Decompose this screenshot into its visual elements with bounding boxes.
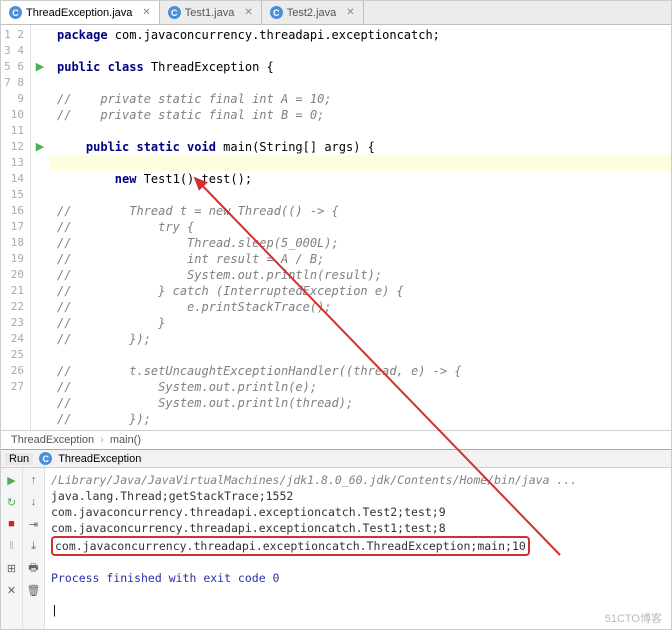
wrap-icon[interactable]: ⇥ <box>26 516 42 532</box>
run-toolbar-left: ▶ ↻ ■ ‖ ⊞ ✕ <box>1 468 23 629</box>
run-panel: Run C ThreadException ▶ ↻ ■ ‖ ⊞ ✕ ↑ ↓ ⇥ … <box>1 449 671 629</box>
editor-tabs: CThreadException.java✕CTest1.java✕CTest2… <box>1 1 671 25</box>
editor-area: 1 2 3 4 5 6 7 8 9 10 11 12 13 14 15 16 1… <box>1 25 671 430</box>
trash-icon[interactable]: 🗑 <box>26 582 42 598</box>
stop-icon[interactable]: ■ <box>4 516 20 532</box>
class-icon: C <box>39 452 52 465</box>
watermark: 51CTO博客 <box>605 610 662 626</box>
class-icon: C <box>168 6 181 19</box>
line-number-gutter: 1 2 3 4 5 6 7 8 9 10 11 12 13 14 15 16 1… <box>1 25 31 430</box>
layout-icon[interactable]: ⊞ <box>4 560 20 576</box>
tab-threadexception-java[interactable]: CThreadException.java✕ <box>1 1 160 24</box>
pause-icon[interactable]: ‖ <box>4 538 20 554</box>
up-icon[interactable]: ↑ <box>26 472 42 488</box>
close-icon[interactable]: ✕ <box>244 7 252 18</box>
run-config-name: ThreadException <box>58 453 141 465</box>
close-icon[interactable]: ✕ <box>142 7 150 18</box>
console-output[interactable]: /Library/Java/JavaVirtualMachines/jdk1.8… <box>45 468 671 629</box>
pin-icon[interactable]: ✕ <box>4 582 20 598</box>
run-panel-header: Run C ThreadException <box>1 450 671 468</box>
class-icon: C <box>9 6 22 19</box>
close-icon[interactable]: ✕ <box>346 7 354 18</box>
run-toolbar-right: ↑ ↓ ⇥ ⤓ 🖶 🗑 <box>23 468 45 629</box>
tab-test2-java[interactable]: CTest2.java✕ <box>262 1 364 24</box>
scroll-icon[interactable]: ⤓ <box>26 538 42 554</box>
rerun-icon[interactable]: ↻ <box>4 494 20 510</box>
down-icon[interactable]: ↓ <box>26 494 42 510</box>
breadcrumb-class[interactable]: ThreadException <box>11 434 94 446</box>
run-icon[interactable]: ▶ <box>4 472 20 488</box>
run-label[interactable]: Run <box>5 453 33 465</box>
breadcrumb: ThreadException › main() <box>1 430 671 449</box>
code-editor[interactable]: package com.javaconcurrency.threadapi.ex… <box>49 25 671 430</box>
chevron-right-icon: › <box>100 434 104 446</box>
print-icon[interactable]: 🖶 <box>26 560 42 576</box>
breadcrumb-method[interactable]: main() <box>110 434 141 446</box>
run-gutter-icon[interactable]: ▶ <box>31 59 49 75</box>
class-icon: C <box>270 6 283 19</box>
gutter-icons: ▶▶ <box>31 25 49 430</box>
tab-test1-java[interactable]: CTest1.java✕ <box>160 1 262 24</box>
run-gutter-icon[interactable]: ▶ <box>31 139 49 155</box>
